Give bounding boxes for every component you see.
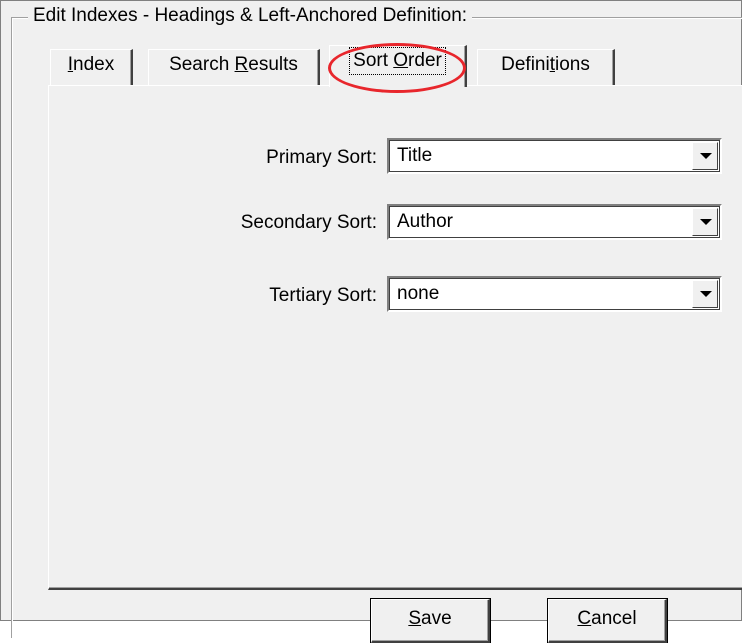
secondary-sort-value: Author [397,211,453,232]
group-box-title: Edit Indexes - Headings & Left-Anchored … [28,5,473,27]
tab-index[interactable]: Index [50,49,133,85]
tab-sort-order-label-pre: Sort [353,50,394,71]
tab-definitions-label: ions [555,54,590,75]
tertiary-sort-label: Tertiary Sort: [269,285,377,306]
cancel-button[interactable]: Cancel [547,598,668,643]
cancel-button-label: ancel [591,608,637,629]
tertiary-sort-dropdown[interactable]: none [387,276,722,312]
primary-sort-arrow-button[interactable] [692,142,718,170]
cancel-button-mnemonic: C [577,608,592,629]
tab-definitions[interactable]: Definitions [477,49,615,85]
tab-search-results-mnemonic: R [234,54,249,75]
tab-sort-order-mnemonic: O [393,50,409,71]
tab-definitions-label-pre: Defini [501,54,550,75]
tab-panel-sort-order: Primary Sort: Title Secondary Sort: Auth… [48,85,742,590]
primary-sort-dropdown[interactable]: Title [387,138,722,174]
secondary-sort-dropdown[interactable]: Author [387,204,722,240]
tab-search-results-label-pre: Search [169,54,235,75]
tab-sort-order-label: rder [408,50,442,71]
tab-search-results-label: esults [248,54,298,75]
chevron-down-icon [700,153,712,159]
chevron-down-icon [700,219,712,225]
tab-sort-order[interactable]: Sort Order [329,45,467,87]
tertiary-sort-value: none [397,283,440,304]
save-button[interactable]: Save [370,598,491,643]
save-button-mnemonic: S [408,608,422,629]
primary-sort-value: Title [397,145,433,166]
dialog-window: Edit Indexes - Headings & Left-Anchored … [0,0,742,643]
chevron-down-icon [700,291,712,297]
tab-index-label: ndex [73,54,115,75]
save-button-label: ave [421,608,452,629]
primary-sort-label: Primary Sort: [266,147,377,168]
secondary-sort-label: Secondary Sort: [240,212,377,233]
tab-sort-order-focus: Sort Order [349,47,446,75]
tertiary-sort-arrow-button[interactable] [692,280,718,308]
tab-search-results[interactable]: Search Results [148,49,320,85]
secondary-sort-arrow-button[interactable] [692,208,718,236]
